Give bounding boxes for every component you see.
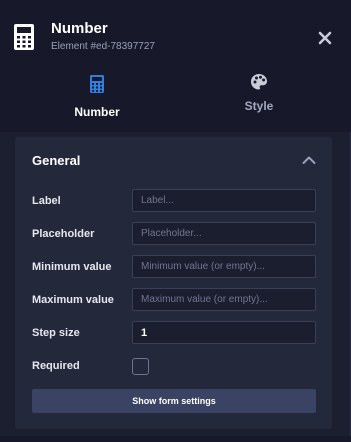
close-icon[interactable] <box>315 28 335 48</box>
section-title: General <box>32 153 81 168</box>
step-size-label: Step size <box>32 327 80 339</box>
tab-bar: Number Style <box>0 70 351 132</box>
panel-title: Number <box>51 20 108 37</box>
general-section: General Label Placeholder Minimum value … <box>15 137 332 429</box>
calculator-icon <box>14 24 34 50</box>
tab-number[interactable]: Number <box>27 70 167 132</box>
placeholder-input[interactable] <box>132 222 316 245</box>
required-label: Required <box>32 360 80 372</box>
tab-style-label: Style <box>244 99 274 113</box>
panel-header: Number Element #ed-78397727 <box>0 0 351 70</box>
required-checkbox[interactable] <box>132 358 149 375</box>
chevron-up-icon[interactable] <box>302 155 316 165</box>
maximum-value-input[interactable] <box>132 288 316 311</box>
element-id-subtitle: Element #ed-78397727 <box>51 41 155 52</box>
minimum-value-label: Minimum value <box>32 261 112 273</box>
general-section-header[interactable]: General <box>15 137 332 183</box>
step-size-input[interactable] <box>132 321 316 344</box>
minimum-value-input[interactable] <box>132 255 316 278</box>
tab-number-label: Number <box>74 105 120 119</box>
show-form-settings-button[interactable]: Show form settings <box>32 389 316 413</box>
tab-style[interactable]: Style <box>189 70 329 132</box>
label-field-label: Label <box>32 195 61 207</box>
calculator-icon <box>90 75 104 93</box>
palette-icon <box>251 74 267 90</box>
label-input[interactable] <box>132 189 316 212</box>
placeholder-field-label: Placeholder <box>32 228 95 240</box>
element-settings-panel: Number Element #ed-78397727 Number Style… <box>0 0 351 442</box>
panel-footer-strip <box>0 436 351 442</box>
maximum-value-label: Maximum value <box>32 294 114 306</box>
